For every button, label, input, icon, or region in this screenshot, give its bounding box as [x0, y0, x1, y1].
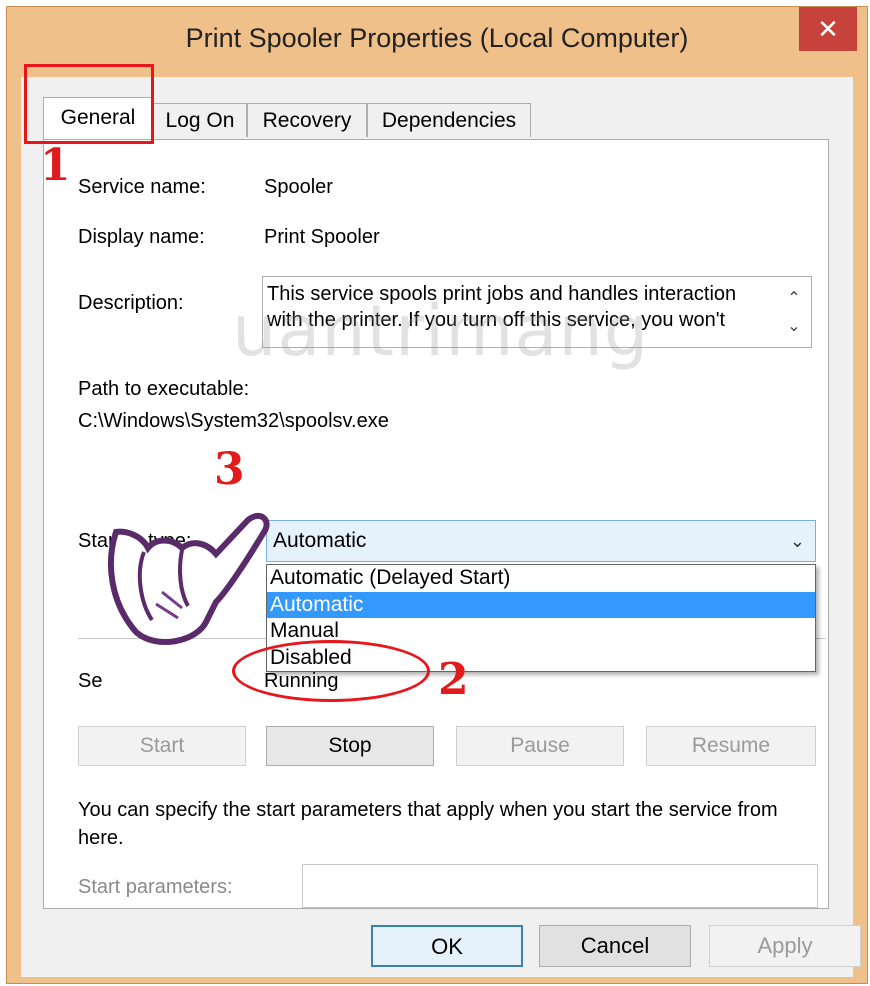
watermark: uantrimang [232, 290, 650, 372]
option-automatic-delayed[interactable]: Automatic (Delayed Start) [267, 565, 815, 592]
tab-recovery[interactable]: Recovery [247, 103, 367, 137]
chevron-down-icon[interactable]: ⌄ [783, 313, 805, 341]
path-label: Path to executable: [78, 378, 250, 400]
window-title: Print Spooler Properties (Local Computer… [185, 23, 689, 53]
stop-button[interactable]: Stop [266, 726, 434, 766]
resume-button[interactable]: Resume [646, 726, 816, 766]
start-params-hint: You can specify the start parameters tha… [78, 799, 778, 849]
chevron-down-icon[interactable]: ⌄ [790, 521, 805, 561]
highlight-box-general-tab [24, 64, 154, 144]
step-3-marker: 3 [214, 444, 245, 495]
pause-button[interactable]: Pause [456, 726, 624, 766]
close-button[interactable]: ✕ [799, 7, 857, 51]
ok-button[interactable]: OK [371, 925, 523, 967]
start-button[interactable]: Start [78, 726, 246, 766]
description-scrollbar[interactable]: ⌃ ⌄ [783, 285, 805, 341]
chevron-up-icon[interactable]: ⌃ [783, 285, 805, 313]
step-2-marker: 2 [438, 654, 469, 705]
startup-type-select[interactable]: Automatic ⌄ [266, 520, 816, 562]
display-name-label: Display name: [78, 226, 205, 248]
path-value: C:\Windows\System32\spoolsv.exe [78, 410, 389, 432]
start-params-label: Start parameters: [78, 876, 233, 898]
service-name-label: Service name: [78, 176, 206, 198]
cancel-button[interactable]: Cancel [539, 925, 691, 967]
startup-type-value: Automatic [273, 529, 367, 552]
option-automatic[interactable]: Automatic [267, 591, 815, 618]
display-name-value: Print Spooler [264, 226, 380, 248]
service-name-value: Spooler [264, 176, 333, 198]
pointing-hand-icon [108, 512, 270, 646]
service-status-label: Se [78, 670, 103, 692]
tab-log-on[interactable]: Log On [153, 103, 247, 137]
step-1-marker: 1 [40, 140, 71, 191]
tab-dependencies[interactable]: Dependencies [367, 103, 531, 137]
start-params-input[interactable] [302, 864, 818, 908]
apply-button[interactable]: Apply [709, 925, 861, 967]
description-label: Description: [78, 292, 184, 314]
